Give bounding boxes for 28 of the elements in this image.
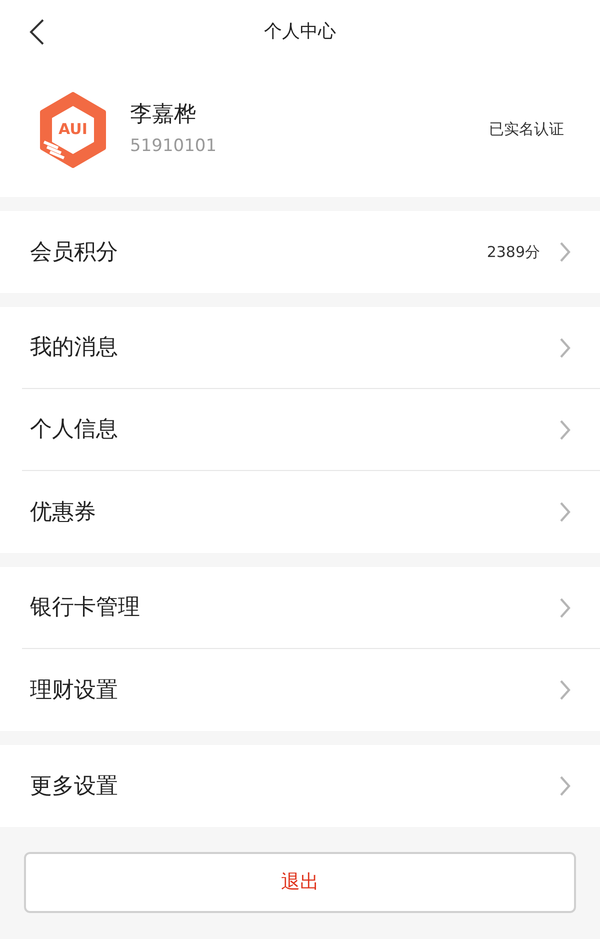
- menu-item[interactable]: 我的消息: [22, 307, 600, 389]
- page-title: 个人中心: [264, 20, 336, 44]
- chevron-right-icon: [558, 775, 572, 797]
- chevron-right-icon: [558, 418, 572, 440]
- menu-label: 个人信息: [30, 416, 119, 444]
- user-id: 51910101: [130, 134, 218, 158]
- points-value: 2389分: [486, 242, 540, 263]
- menu-label: 理财设置: [30, 676, 119, 704]
- verification-status: 已实名认证: [489, 119, 564, 140]
- chevron-right-icon: [558, 596, 572, 618]
- back-icon[interactable]: [28, 18, 46, 46]
- menu-item[interactable]: 个人信息: [22, 389, 600, 471]
- menu-label: 会员积分: [30, 238, 119, 266]
- menu-item[interactable]: 银行卡管理: [22, 567, 600, 649]
- chevron-right-icon: [558, 336, 572, 358]
- user-name: 李嘉桦: [130, 100, 197, 129]
- menu-label: 更多设置: [30, 772, 119, 800]
- logout-button[interactable]: 退出: [24, 852, 576, 913]
- menu-label: 我的消息: [30, 334, 119, 362]
- chevron-right-icon: [558, 679, 572, 701]
- menu-item[interactable]: 理财设置: [22, 649, 600, 731]
- chevron-right-icon: [558, 501, 572, 523]
- menu-item[interactable]: 优惠券: [22, 471, 600, 553]
- logo-text: AUI: [58, 119, 88, 140]
- menu-label: 优惠券: [30, 498, 97, 526]
- hexagon-logo-icon: [38, 92, 108, 168]
- chevron-right-icon: [558, 241, 572, 263]
- menu-label: 银行卡管理: [30, 594, 141, 622]
